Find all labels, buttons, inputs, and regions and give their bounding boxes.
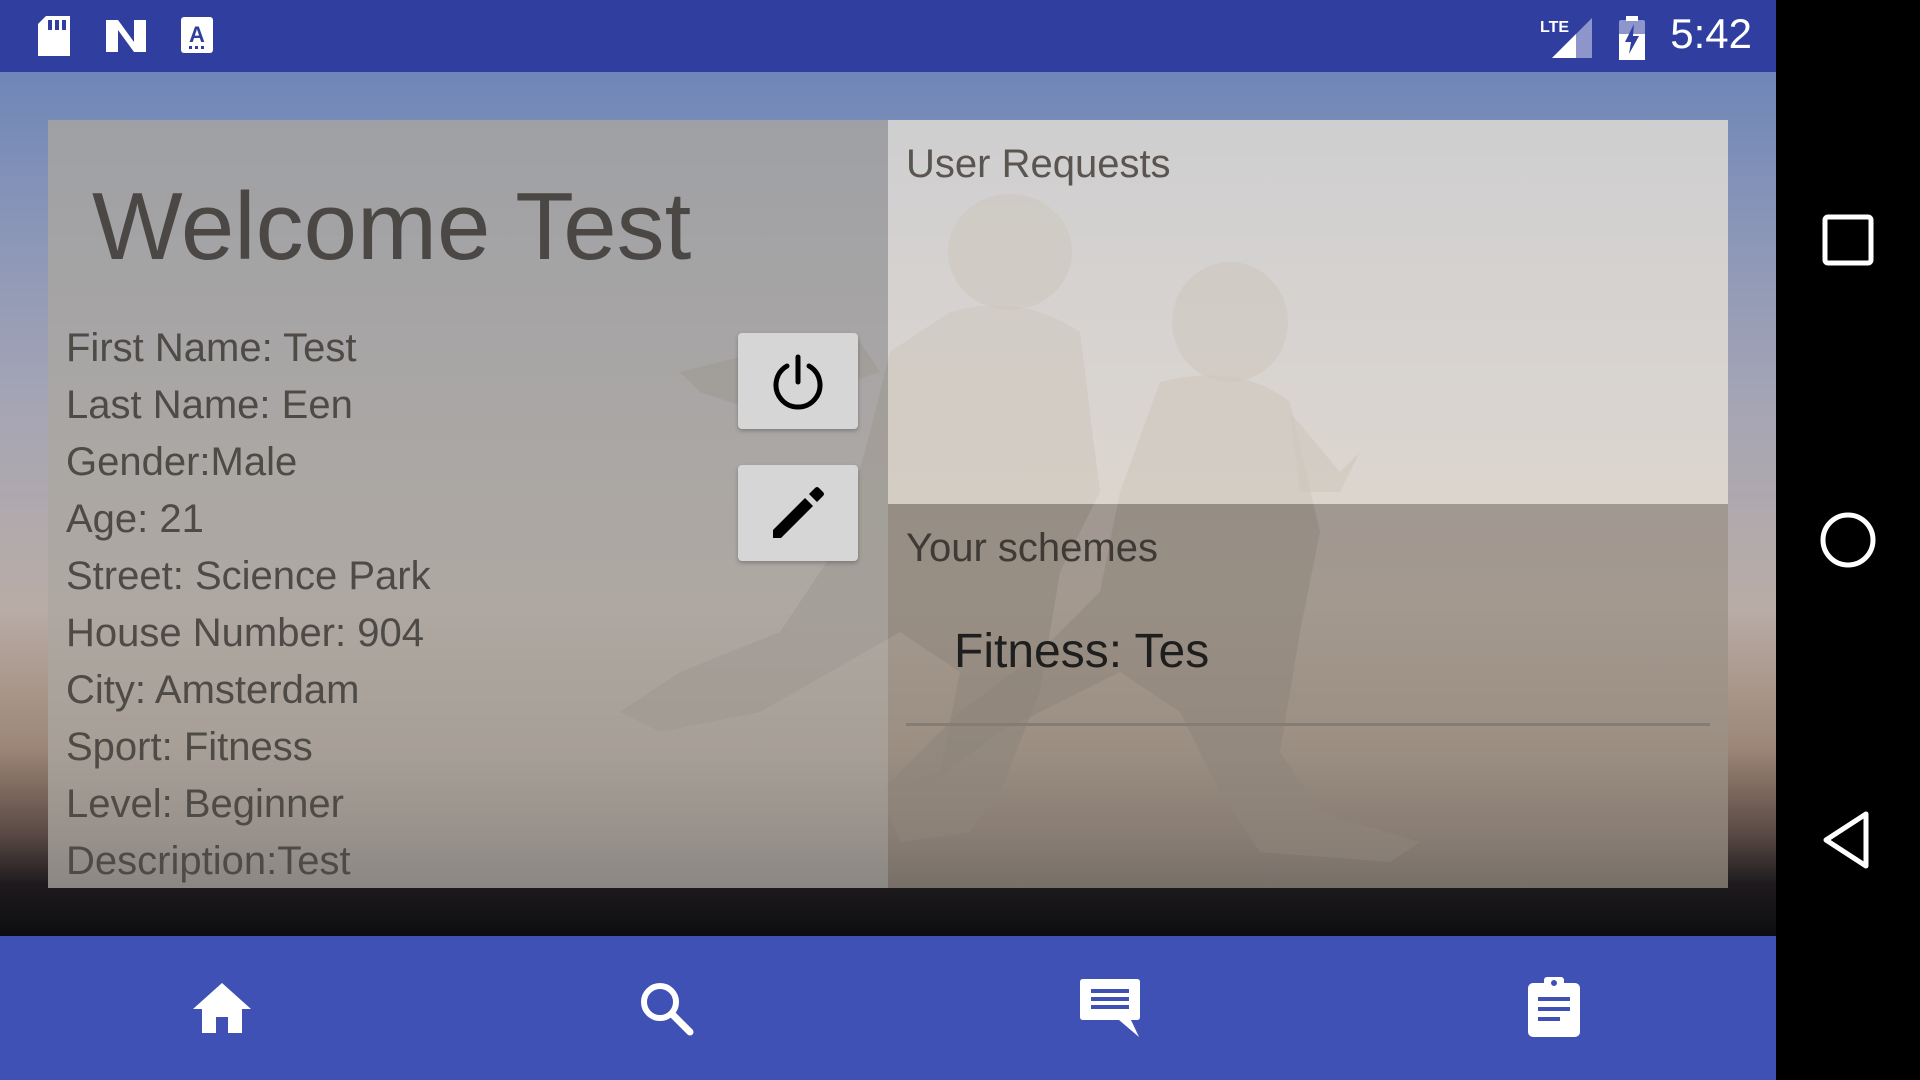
power-icon: [773, 354, 823, 410]
svg-text:LTE: LTE: [1540, 19, 1569, 36]
gender-field: Gender:Male: [66, 440, 298, 484]
home-icon: [193, 983, 251, 1033]
user-requests-panel: User Requests: [888, 120, 1728, 504]
recents-icon: [1822, 214, 1874, 266]
back-button[interactable]: [1816, 808, 1880, 872]
search-icon: [641, 983, 694, 1036]
last-name-field: Last Name: Een: [66, 383, 353, 427]
status-time: 5:42: [1670, 10, 1752, 57]
pencil-icon: [773, 487, 824, 538]
nav-search-button[interactable]: [634, 976, 698, 1040]
recents-button[interactable]: [1816, 208, 1880, 272]
nav-home-button[interactable]: [190, 976, 254, 1040]
nav-messages-button[interactable]: [1078, 976, 1142, 1040]
lte-signal-icon: LTE: [1538, 16, 1594, 58]
first-name-field: First Name: Test: [66, 326, 357, 370]
street-field: Street: Science Park: [66, 554, 431, 598]
level-field: Level: Beginner: [66, 782, 344, 826]
system-navigation-bar: [1776, 0, 1920, 1080]
schemes-title: Your schemes: [906, 526, 1158, 570]
svg-text:A: A: [189, 22, 205, 47]
system-home-button[interactable]: [1816, 508, 1880, 572]
clipboard-icon: [1528, 977, 1580, 1037]
back-icon: [1823, 811, 1869, 869]
age-field: Age: 21: [66, 497, 204, 541]
a-notification-icon: A: [180, 16, 218, 56]
sd-card-icon: [36, 16, 74, 56]
bottom-navigation: [0, 936, 1776, 1080]
status-bar: A LTE 5:42: [0, 0, 1776, 72]
welcome-heading: Welcome Test: [92, 173, 692, 280]
scheme-item[interactable]: Fitness: Tes: [954, 624, 1209, 679]
sport-field: Sport: Fitness: [66, 725, 313, 769]
n-logo-icon: [104, 16, 146, 56]
profile-info-list: First Name: Test Last Name: Een Gender:M…: [66, 320, 431, 888]
schemes-panel: Your schemes Fitness: Tes: [888, 504, 1728, 888]
logout-button[interactable]: [738, 333, 858, 429]
user-requests-title: User Requests: [906, 142, 1171, 186]
city-field: City: Amsterdam: [66, 668, 360, 712]
scheme-divider: [906, 723, 1710, 726]
description-field: Description:Test: [66, 839, 351, 883]
nav-schemes-button[interactable]: [1522, 976, 1586, 1040]
edit-profile-button[interactable]: [738, 465, 858, 561]
home-circle-icon: [1820, 512, 1876, 568]
app-screen: A LTE 5:42 Welcome Test First Name: Test…: [0, 0, 1776, 1080]
message-icon: [1080, 979, 1140, 1037]
battery-charging-icon: [1618, 16, 1646, 60]
house-number-field: House Number: 904: [66, 611, 424, 655]
